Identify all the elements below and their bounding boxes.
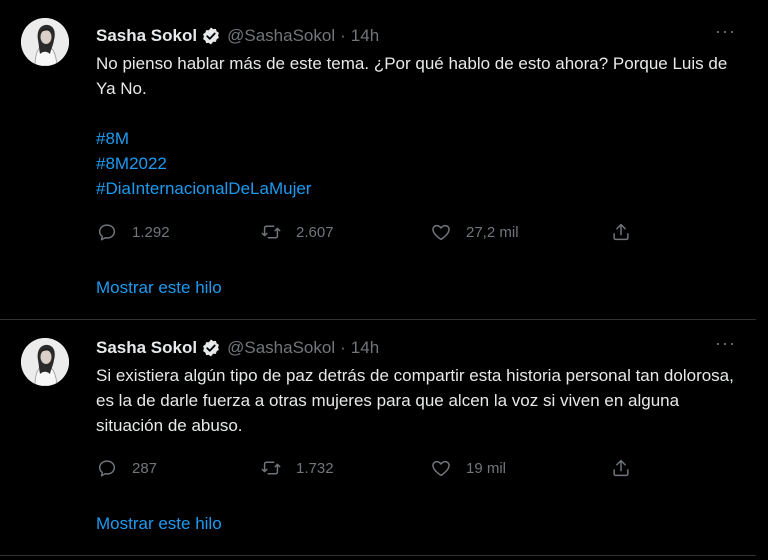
author-name[interactable]: Sasha Sokol <box>96 338 197 358</box>
hashtag-link[interactable]: #DiaInternacionalDeLaMujer <box>96 176 736 201</box>
reply-button[interactable]: 1.292 <box>96 221 170 243</box>
avatar[interactable] <box>21 18 69 66</box>
retweet-button[interactable]: 2.607 <box>260 221 334 243</box>
retweet-icon <box>261 225 281 239</box>
verified-icon <box>201 26 221 46</box>
reply-icon <box>98 224 116 241</box>
share-icon <box>613 459 629 477</box>
retweet-count: 2.607 <box>296 223 334 241</box>
like-icon <box>432 460 450 477</box>
share-icon <box>613 223 629 241</box>
avatar[interactable] <box>21 338 69 386</box>
share-button[interactable] <box>610 457 632 479</box>
hashtags: #8M #8M2022 #DiaInternacionalDeLaMujer <box>96 126 736 201</box>
retweet-icon <box>261 461 281 475</box>
tweet[interactable]: Sasha Sokol @SashaSokol · 14h ··· Si exi… <box>0 320 756 556</box>
retweet-button[interactable]: 1.732 <box>260 457 334 479</box>
like-count: 27,2 mil <box>466 223 519 241</box>
like-count: 19 mil <box>466 459 507 477</box>
scrollbar-track[interactable] <box>756 0 768 560</box>
author-name[interactable]: Sasha Sokol <box>96 26 197 46</box>
timestamp[interactable]: 14h <box>351 338 379 358</box>
share-button[interactable] <box>610 221 632 243</box>
tweet-header: Sasha Sokol @SashaSokol · 14h <box>96 24 379 48</box>
more-icon[interactable]: ··· <box>715 22 736 40</box>
tweet[interactable]: Sasha Sokol @SashaSokol · 14h ··· No pie… <box>0 0 756 320</box>
tweet-text: Si existiera algún tipo de paz detrás de… <box>96 363 736 438</box>
tweet-header: Sasha Sokol @SashaSokol · 14h <box>96 336 379 360</box>
separator: · <box>340 338 346 357</box>
author-handle[interactable]: @SashaSokol <box>227 26 335 46</box>
show-thread-link[interactable]: Mostrar este hilo <box>96 514 222 534</box>
timestamp[interactable]: 14h <box>351 26 379 46</box>
reply-count: 287 <box>132 459 158 477</box>
separator: · <box>340 26 346 45</box>
reply-button[interactable]: 287 <box>96 457 157 479</box>
more-icon[interactable]: ··· <box>715 334 736 352</box>
timeline: Sasha Sokol @SashaSokol · 14h ··· No pie… <box>0 0 768 560</box>
like-button[interactable]: 27,2 mil <box>430 221 519 243</box>
tweet-body: Si existiera algún tipo de paz detrás de… <box>96 366 734 435</box>
verified-icon <box>201 338 221 358</box>
tweet-text: No pienso hablar más de este tema. ¿Por … <box>96 51 736 201</box>
reply-count: 1.292 <box>132 223 170 241</box>
author-handle[interactable]: @SashaSokol <box>227 338 335 358</box>
show-thread-link[interactable]: Mostrar este hilo <box>96 278 222 298</box>
like-button[interactable]: 19 mil <box>430 457 506 479</box>
like-icon <box>432 224 450 241</box>
reply-icon <box>98 460 116 477</box>
hashtag-link[interactable]: #8M <box>96 126 736 151</box>
hashtag-link[interactable]: #8M2022 <box>96 151 736 176</box>
retweet-count: 1.732 <box>296 459 334 477</box>
tweet-body: No pienso hablar más de este tema. ¿Por … <box>96 54 728 98</box>
